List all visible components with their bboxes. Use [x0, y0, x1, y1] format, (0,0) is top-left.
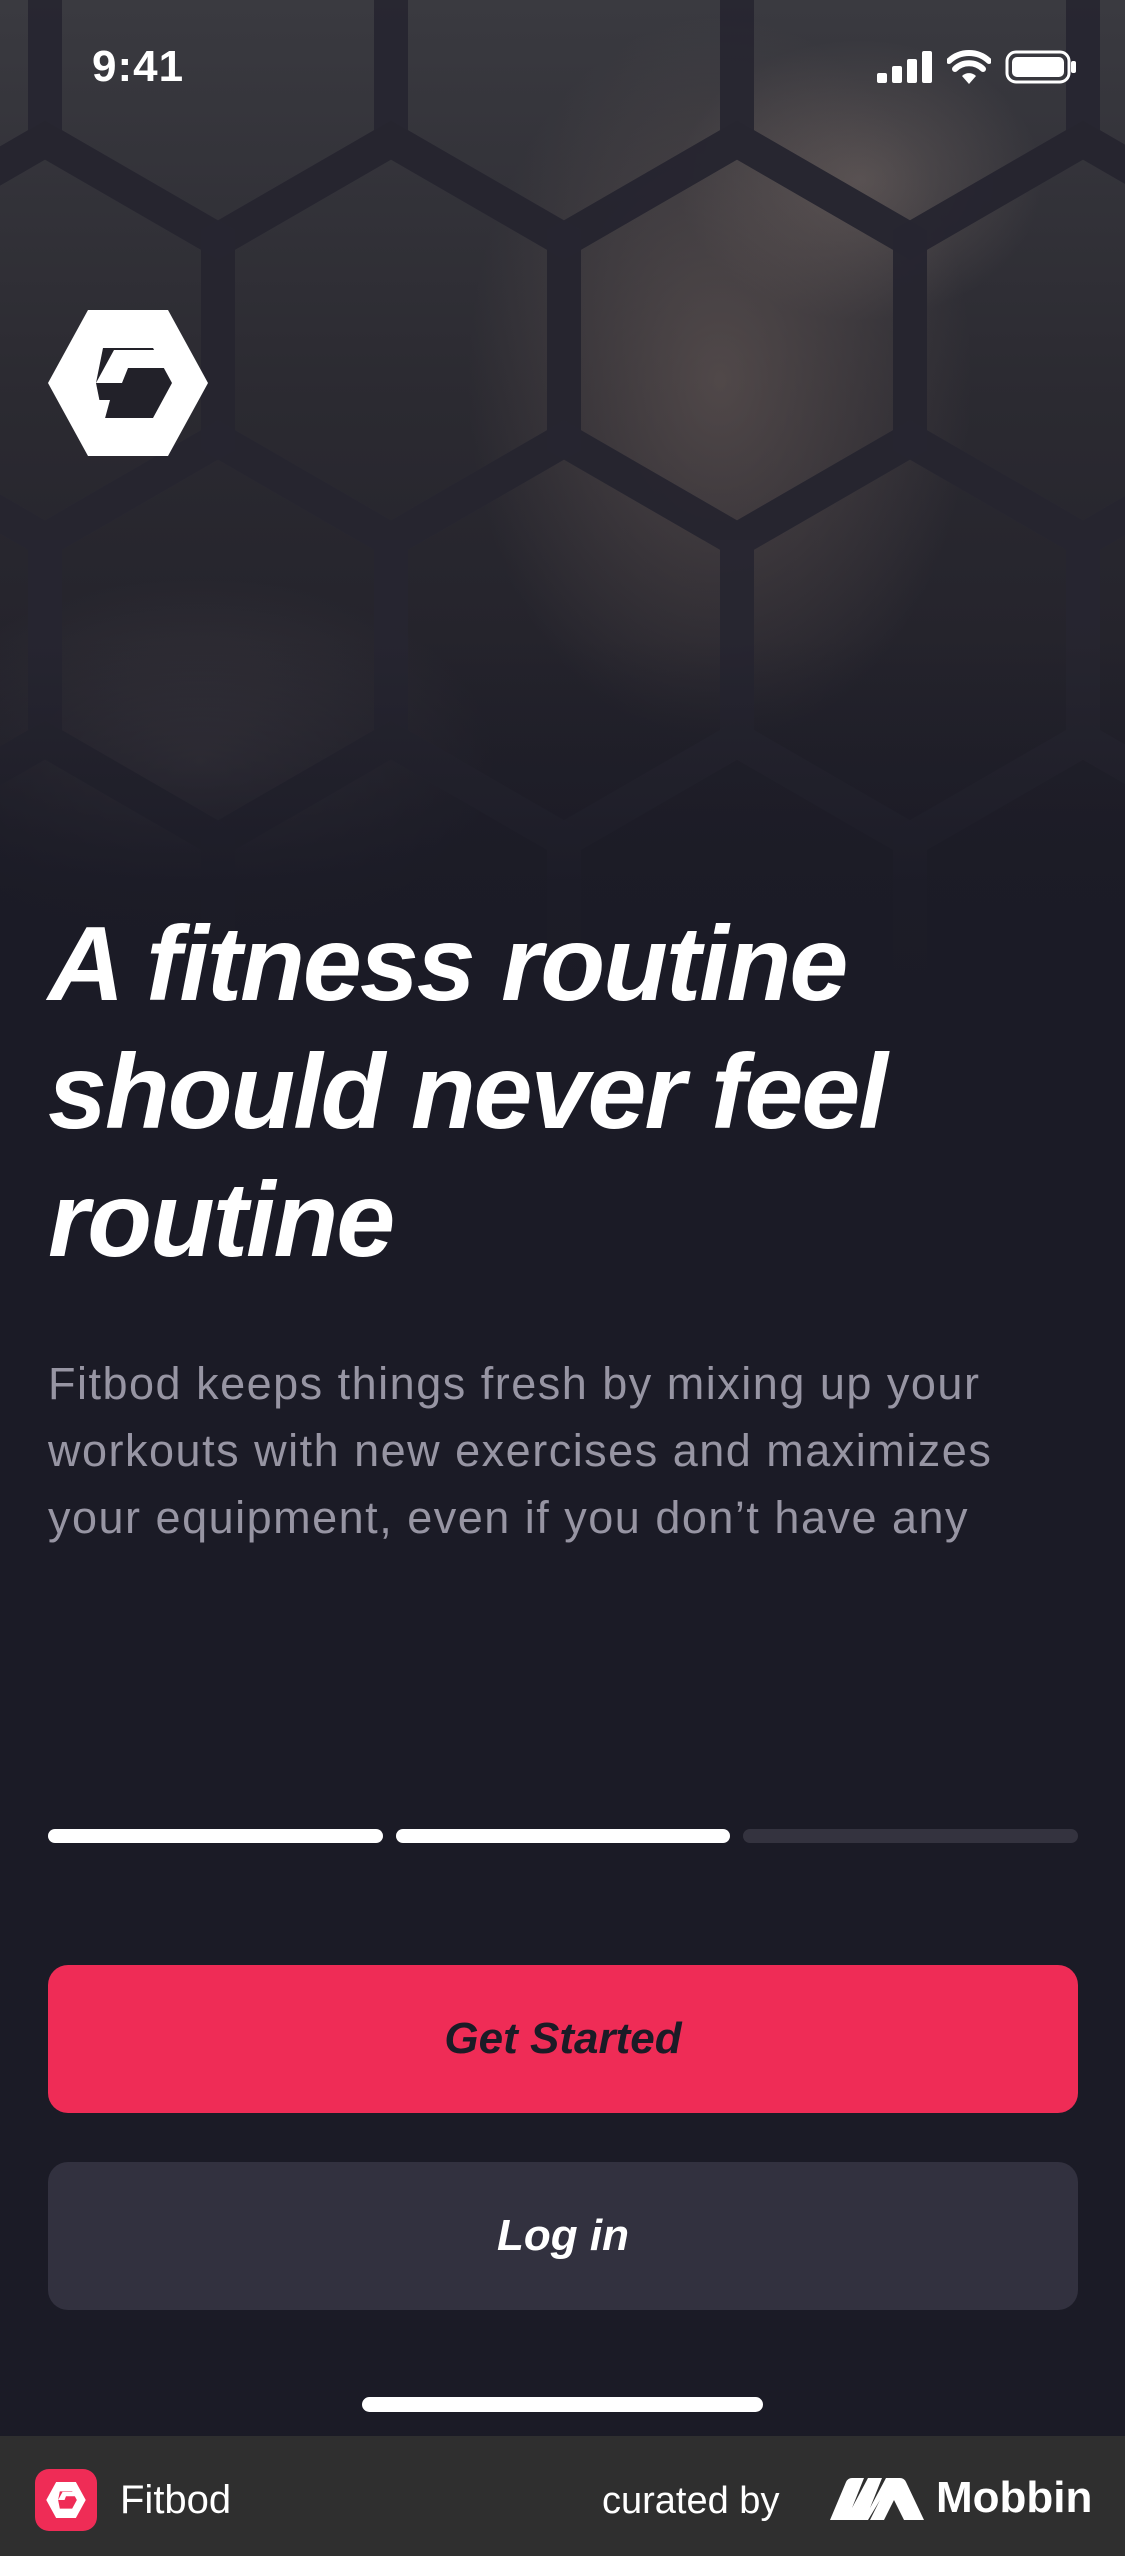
get-started-button[interactable]: Get Started — [48, 1965, 1078, 2113]
battery-icon — [1005, 50, 1076, 84]
hero-background — [0, 0, 1125, 1000]
fitbod-logo-icon — [48, 310, 208, 456]
mobbin-brand-name: Mobbin — [936, 2473, 1093, 2522]
wifi-icon — [947, 50, 991, 84]
log-in-button[interactable]: Log in — [48, 2162, 1078, 2310]
progress-step-1 — [48, 1829, 383, 1843]
status-icons — [877, 50, 1077, 84]
progress-step-3 — [743, 1829, 1079, 1843]
status-time: 9:41 — [92, 42, 185, 91]
footer-app-name: Fitbod — [120, 2478, 232, 2522]
curated-by-label: curated by — [602, 2480, 780, 2522]
onboarding-progress — [48, 1829, 1079, 1843]
status-bar: 9:41 — [0, 0, 1125, 140]
description: Fitbod keeps things fresh by mixing up y… — [48, 1358, 993, 1543]
progress-step-2 — [395, 1829, 731, 1843]
home-indicator — [362, 2397, 763, 2412]
headline: A fitness routine should never feel rout… — [48, 905, 888, 1279]
mobbin-logo-icon — [830, 2478, 924, 2520]
fitbod-app-icon — [35, 2469, 97, 2531]
cellular-signal-icon — [877, 51, 932, 83]
